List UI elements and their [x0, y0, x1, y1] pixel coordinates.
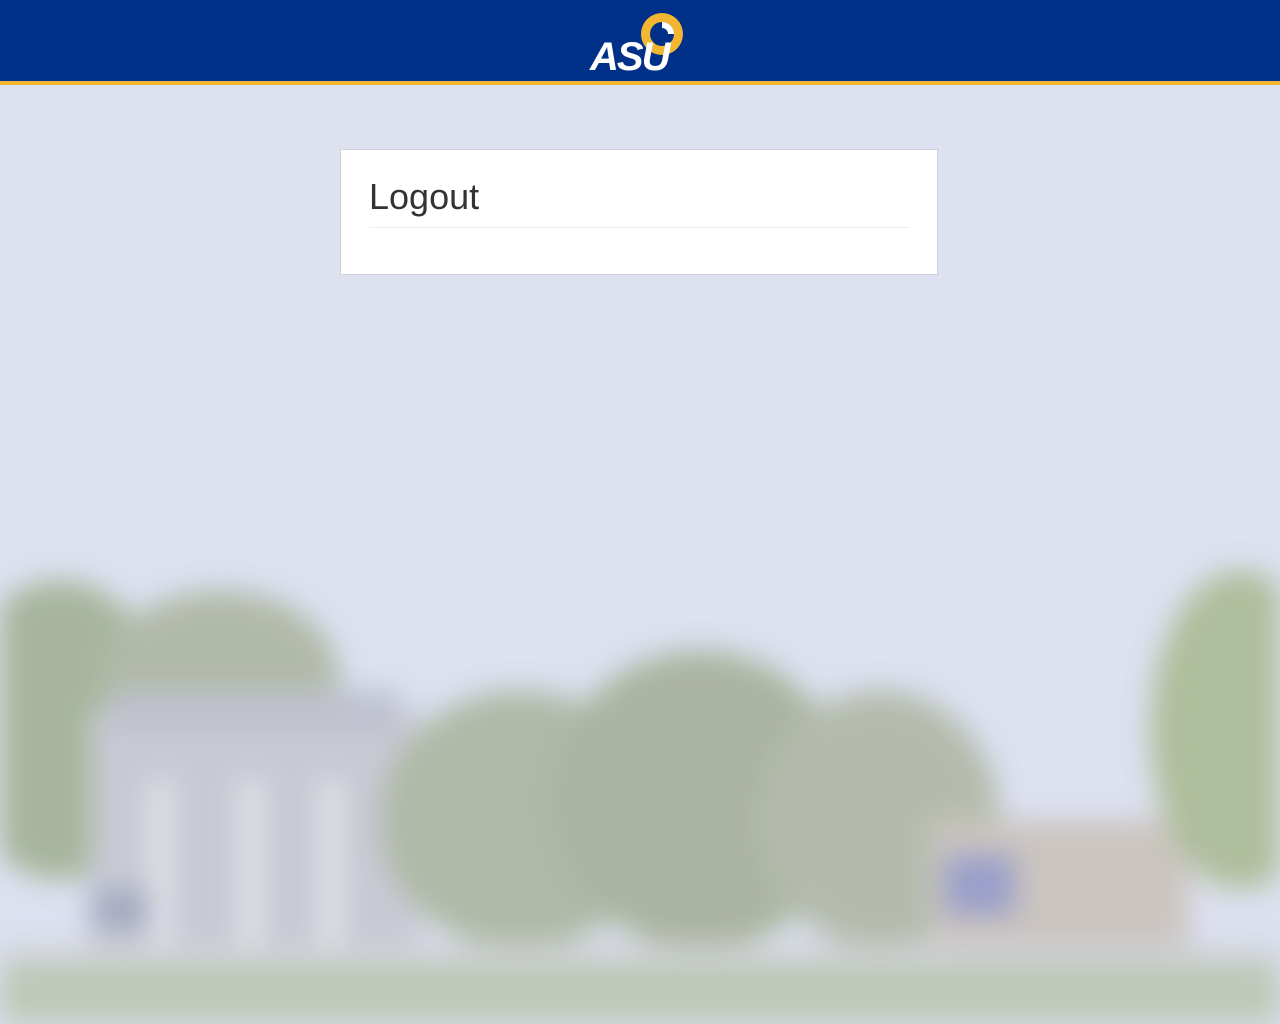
- asu-logo[interactable]: ASU: [588, 8, 694, 74]
- card-title: Logout: [369, 176, 480, 217]
- campus-background-image: [0, 570, 1280, 1024]
- logout-page: ASU Logout: [0, 0, 1280, 1024]
- logout-card: Logout: [340, 149, 938, 275]
- title-divider: [369, 227, 909, 228]
- svg-text:ASU: ASU: [589, 35, 672, 74]
- top-header-bar: ASU: [0, 0, 1280, 85]
